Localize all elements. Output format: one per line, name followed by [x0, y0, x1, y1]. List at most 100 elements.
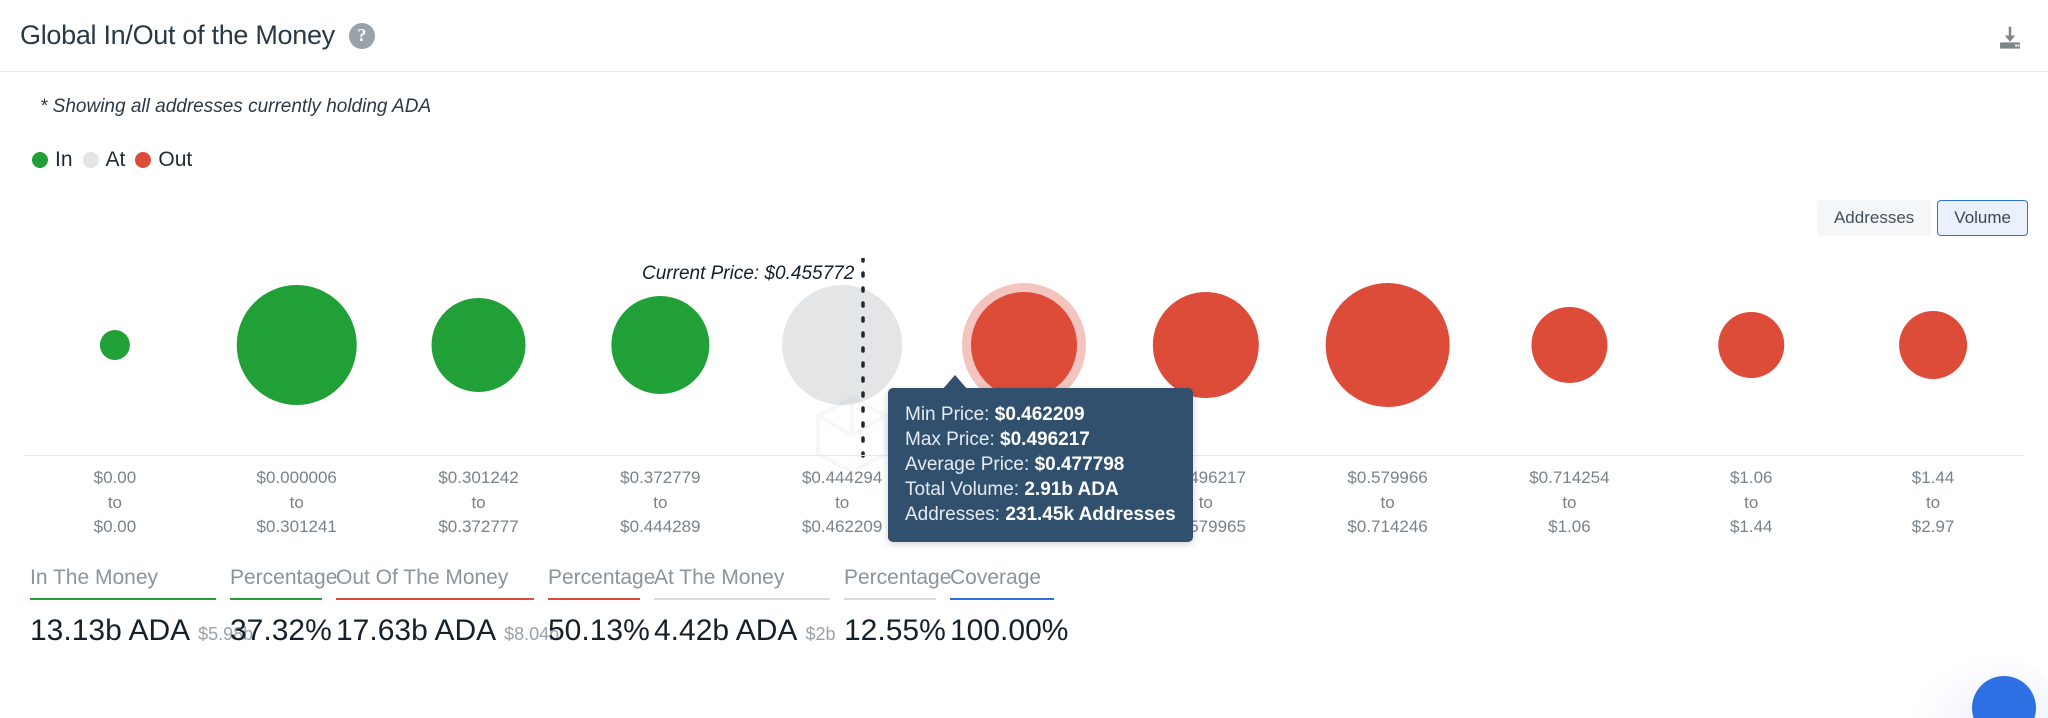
stat-card: At The Money 4.42b ADA $2b [654, 566, 835, 648]
stat-value: 50.13% [548, 614, 650, 648]
x-axis-label-line: to [1562, 492, 1577, 512]
x-axis-label-line: $0.301242 [438, 468, 519, 487]
legend-dot-out-icon [135, 152, 152, 168]
tooltip-row-value: 2.91b ADA [1024, 479, 1119, 501]
tooltip-row-value: $0.477798 [1034, 454, 1125, 476]
stat-label: At The Money [654, 566, 785, 589]
stat-card: Percentage 12.55% [844, 566, 952, 648]
tooltip-arrow [942, 375, 968, 390]
legend-item-in[interactable]: In [32, 148, 73, 172]
x-axis-label-line: $0.579966 [1347, 468, 1428, 487]
tooltip-row: Max Price: $0.496217 [905, 427, 1176, 452]
tooltip-row-label: Average Price: [905, 454, 1035, 476]
summary-stats: In The Money 13.13b ADA $5.98b Percentage 37… [30, 566, 1068, 648]
chart-tooltip: Min Price: $0.462209 Max Price: $0.496217… [888, 388, 1193, 543]
stat-value-main: 12.55% [844, 614, 946, 647]
tooltip-row-value: $0.462209 [994, 404, 1085, 425]
x-axis-label-line: $0.372779 [620, 468, 701, 487]
x-axis-label: $0.000006 to $0.301241 [206, 466, 388, 540]
stat-value-main: 4.42b ADA [654, 614, 798, 647]
chart-bubble[interactable] [1718, 312, 1785, 378]
legend-label-out: Out [158, 148, 193, 171]
stat-label: In The Money [30, 566, 159, 589]
x-axis-label-line: $0.00 [93, 517, 137, 537]
x-axis-label-line: $0.000006 [256, 468, 337, 487]
stat-card: Out Of The Money 17.63b ADA $8.04b [336, 566, 559, 648]
x-axis-label-line: $1.44 [1911, 468, 1955, 487]
stat-value: 37.32% [230, 614, 332, 648]
chart-note: * Showing all addresses currently holdin… [40, 96, 432, 117]
x-axis-label-line: to [1744, 492, 1759, 512]
stat-rule [548, 598, 640, 600]
chart-bubble[interactable] [236, 285, 357, 405]
tooltip-row: Total Volume: 2.91b ADA [905, 477, 1176, 502]
tooltip-row: Min Price: $0.462209 [905, 402, 1176, 427]
download-icon[interactable] [1988, 18, 2032, 58]
stat-value-main: 13.13b ADA [30, 614, 191, 647]
stat-value: 4.42b ADA $2b [654, 614, 835, 648]
chart-bubble[interactable] [611, 296, 710, 394]
legend-dot-in-icon [32, 152, 48, 168]
stat-rule [844, 598, 936, 600]
chart-bubble[interactable] [1325, 283, 1450, 407]
toggle-addresses-button[interactable]: Addresses [1816, 200, 1932, 237]
tooltip-row-label: Max Price: [905, 429, 1001, 451]
x-axis-label-line: $1.44 [1729, 517, 1773, 537]
metric-toggle-group: Addresses Volume [1816, 200, 2028, 237]
x-axis-label-line: $0.372777 [438, 517, 519, 537]
x-axis-label-line: $0.714246 [1347, 517, 1428, 537]
page-title: Global In/Out of the Money [20, 20, 335, 50]
stat-label: Percentage [844, 566, 952, 589]
chart-bubble[interactable] [431, 298, 526, 392]
legend-item-at[interactable]: At [82, 148, 126, 172]
tooltip-row-value: $0.496217 [1000, 429, 1090, 451]
chart-bubble[interactable] [1152, 292, 1259, 398]
x-axis-label-line: to [1380, 492, 1395, 512]
legend-label-at: At [105, 148, 126, 171]
chart-bubble[interactable] [99, 330, 130, 360]
x-axis-label: $0.579966 to $0.714246 [1297, 466, 1479, 540]
stat-value-main: 37.32% [230, 614, 332, 647]
widget-header: Global In/Out of the Money ? [0, 0, 2048, 72]
tooltip-row: Addresses: 231.45k Addresses [905, 502, 1176, 527]
chart-bubble[interactable] [1531, 307, 1608, 383]
x-axis-label-line: $0.00 [93, 468, 137, 487]
x-axis-label-line: to [1925, 492, 1941, 512]
x-axis-label: $0.301242 to $0.372777 [388, 466, 570, 540]
current-price-dotted-line [861, 258, 865, 458]
chart-bubble[interactable] [971, 292, 1077, 398]
stat-card: Percentage 50.13% [548, 566, 656, 648]
stat-value-main: 100.00% [950, 614, 1069, 647]
question-mark-circle-icon[interactable]: ? [348, 22, 375, 49]
stat-rule [30, 598, 216, 600]
chart-legend: In At Out [32, 148, 192, 172]
toggle-volume-button[interactable]: Volume [1937, 200, 2028, 237]
stat-card: Coverage 100.00% [950, 566, 1068, 648]
tooltip-row-label: Addresses: [905, 504, 1006, 526]
current-price-label: Current Price: $0.455772 [642, 263, 855, 284]
x-axis-label: $1.06 to $1.44 [1660, 466, 1842, 540]
x-axis-label-line: to [471, 492, 486, 512]
stat-value-sub: $2b [805, 624, 836, 644]
stat-value: 100.00% [950, 614, 1068, 648]
tooltip-row-value: 231.45k Addresses [1005, 504, 1176, 526]
tooltip-row-label: Total Volume: [905, 479, 1025, 501]
stat-value: 12.55% [844, 614, 946, 648]
x-axis-label: $0.372779 to $0.444289 [569, 466, 751, 540]
stat-value-main: 17.63b ADA [336, 614, 497, 647]
stat-rule [336, 598, 534, 600]
legend-label-in: In [55, 148, 73, 171]
x-axis-label-line: $1.06 [1729, 468, 1773, 487]
stat-rule [950, 598, 1054, 600]
stat-label: Percentage [548, 566, 656, 589]
in-out-of-money-widget: Global In/Out of the Money ? * Showing a… [0, 0, 2048, 718]
stat-value: 17.63b ADA $8.04b [336, 614, 559, 648]
chart-bubble[interactable] [782, 285, 903, 405]
x-axis-label-line: to [289, 492, 304, 512]
legend-item-out[interactable]: Out [135, 148, 192, 172]
x-axis-label-line: to [107, 492, 122, 512]
x-axis-label-line: $2.97 [1911, 517, 1955, 537]
chart-bubble[interactable] [1899, 311, 1968, 379]
x-axis-label-line: $1.06 [1548, 517, 1591, 537]
stat-rule [654, 598, 830, 600]
